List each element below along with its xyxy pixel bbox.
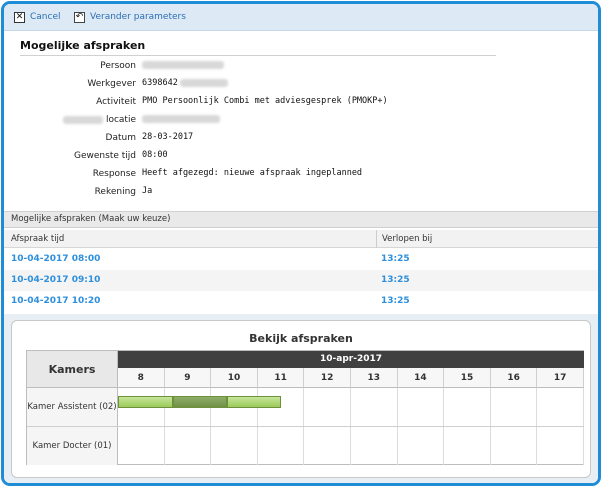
grid-line <box>396 388 398 465</box>
close-icon: ✕ <box>14 11 25 23</box>
rooms-header: Kamers <box>27 351 118 388</box>
title-divider <box>20 55 496 56</box>
detail-row-persoon: Persoon <box>4 60 598 75</box>
hour-header: 10 <box>211 368 258 388</box>
booking-block[interactable] <box>226 396 282 408</box>
hour-header: 13 <box>351 368 398 388</box>
detail-value-redacted <box>142 114 220 124</box>
detail-row-rekening: Rekening Ja <box>4 186 598 201</box>
schedule-date: 10-apr-2017 <box>118 351 584 368</box>
detail-label: Activiteit <box>96 97 136 107</box>
detail-row-locatie: locatie <box>4 114 598 129</box>
detail-row-werkgever: Werkgever 6398642 <box>4 78 598 93</box>
column-appointment-time[interactable]: Afspraak tijd <box>11 230 64 248</box>
appointments-column-header: Afspraak tijd Verlopen bij <box>4 230 598 248</box>
appointment-row[interactable]: 10-04-2017 08:00 13:25 <box>4 249 598 270</box>
detail-label: Datum <box>105 133 136 143</box>
column-expires-at[interactable]: Verlopen bij <box>376 230 432 248</box>
toolbar: ✕ Cancel ↶ Verander parameters <box>4 4 598 31</box>
change-parameters-label: Verander parameters <box>90 12 186 22</box>
detail-label: Gewenste tijd <box>74 151 136 161</box>
detail-label: Werkgever <box>87 79 136 89</box>
detail-row-datum: Datum 28-03-2017 <box>4 132 598 147</box>
grid-line <box>489 388 491 465</box>
detail-label: Response <box>92 169 136 179</box>
detail-value: 08:00 <box>142 150 168 160</box>
grid-line <box>583 388 584 465</box>
detail-label: Rekening <box>94 187 136 197</box>
detail-value-redacted <box>142 60 224 70</box>
appointments-header: Mogelijke afspraken (Maak uw keuze) <box>4 211 598 228</box>
hour-header: 12 <box>304 368 351 388</box>
undo-icon: ↶ <box>74 11 85 23</box>
appointment-expires[interactable]: 13:25 <box>381 249 410 270</box>
detail-row-gewenste-tijd: Gewenste tijd 08:00 <box>4 150 598 165</box>
room-label: Kamer Assistent (02) <box>27 388 118 427</box>
detail-value: 6398642 <box>142 78 228 88</box>
page-title: Mogelijke afspraken <box>20 39 146 52</box>
change-parameters-button[interactable]: ↶ Verander parameters <box>74 10 186 24</box>
detail-row-activiteit: Activiteit PMO Persoonlijk Combi met adv… <box>4 96 598 111</box>
booking-block[interactable] <box>172 396 227 408</box>
cancel-label: Cancel <box>30 12 61 22</box>
booking-block[interactable] <box>118 396 173 408</box>
hour-header: 14 <box>397 368 445 388</box>
detail-label: locatie <box>62 115 136 125</box>
window-frame: ✕ Cancel ↶ Verander parameters Mogelijke… <box>1 1 601 486</box>
detail-value: Ja <box>142 186 153 196</box>
hour-header: 9 <box>164 368 212 388</box>
room-label: Kamer Docter (01) <box>27 426 118 465</box>
detail-value: Heeft afgezegd: nieuwe afspraak ingeplan… <box>142 168 363 178</box>
grid-line <box>536 388 538 465</box>
grid-line <box>443 388 445 465</box>
appointment-expires[interactable]: 13:25 <box>381 291 410 312</box>
appointment-time-link[interactable]: 10-04-2017 08:00 <box>11 249 100 270</box>
appointment-time-link[interactable]: 10-04-2017 10:20 <box>11 291 100 312</box>
grid-line <box>303 388 305 465</box>
hour-header: 11 <box>257 368 305 388</box>
hour-header: 17 <box>537 368 584 388</box>
detail-label: Persoon <box>100 61 136 71</box>
schedule-title: Bekijk afspraken <box>249 332 353 345</box>
appointment-expires[interactable]: 13:25 <box>381 270 410 291</box>
appointment-time-link[interactable]: 10-04-2017 09:10 <box>11 270 100 291</box>
schedule-panel: Bekijk afspraken Kamers 10-apr-2017 8 9 10… <box>11 320 591 478</box>
grid-line <box>350 388 351 465</box>
hour-header: 8 <box>118 368 165 388</box>
appointment-row[interactable]: 10-04-2017 09:10 13:25 <box>4 270 598 291</box>
detail-row-response: Response Heeft afgezegd: nieuwe afspraak… <box>4 168 598 183</box>
hour-header: 16 <box>490 368 538 388</box>
schedule-grid: Kamers 10-apr-2017 8 9 10 11 12 13 14 15 16 17 Kam… <box>26 350 584 465</box>
appointment-row[interactable]: 10-04-2017 10:20 13:25 <box>4 291 598 312</box>
detail-value: PMO Persoonlijk Combi met adviesgesprek … <box>142 96 388 106</box>
detail-value: 28-03-2017 <box>142 132 194 142</box>
hour-header: 15 <box>444 368 491 388</box>
cancel-button[interactable]: ✕ Cancel <box>14 10 61 24</box>
